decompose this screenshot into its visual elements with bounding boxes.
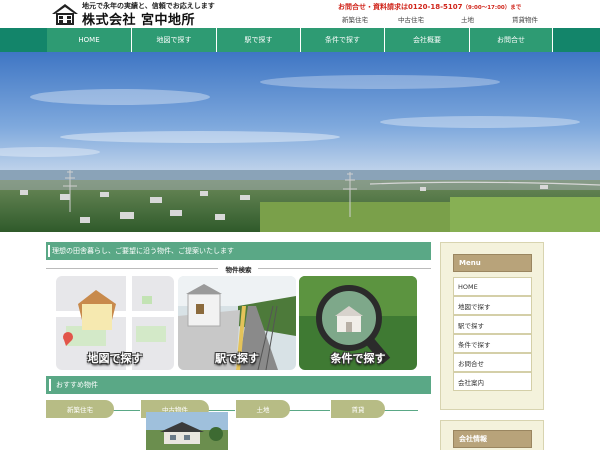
sidebar-item-home[interactable]: HOME (453, 277, 532, 296)
search-card-condition[interactable]: 条件で探す (299, 276, 417, 370)
search-card-map[interactable]: 地図で探す (56, 276, 174, 370)
nav-home[interactable]: HOME (47, 28, 132, 52)
search-card-condition-label: 条件で探す (330, 352, 386, 365)
nav-contact[interactable]: お問合せ (470, 28, 553, 52)
intro-banner: 理想の田舎暮らし、ご要望に沿う物件、ご提案いたします (46, 242, 431, 260)
intro-text: 理想の田舎暮らし、ご要望に沿う物件、ご提案いたします (52, 247, 234, 255)
house-logo-icon[interactable] (50, 2, 80, 26)
contact-hours: （9:00～17:00）まで (462, 5, 522, 11)
main-nav: HOME 地図で探す 駅で探す 条件で探す 会社概要 お問合せ (0, 28, 600, 52)
recommend-tab-land[interactable]: 土地 (236, 400, 290, 418)
recommend-title: おすすめ物件 (56, 381, 98, 389)
top-link-used-house[interactable]: 中古住宅 (398, 14, 424, 24)
sidebar-item-condition-search[interactable]: 条件で探す (453, 334, 532, 353)
search-card-station-label: 駅で探す (215, 352, 259, 365)
nav-condition-search[interactable]: 条件で探す (301, 28, 385, 52)
search-section-title: 物件検索 (225, 266, 252, 274)
recommend-banner: おすすめ物件 (46, 376, 431, 394)
company-name[interactable]: 株式会社 宮中地所 (82, 9, 195, 28)
sidebar-item-station-search[interactable]: 駅で探す (453, 315, 532, 334)
search-card-map-label: 地図で探す (87, 352, 143, 365)
nav-map-search[interactable]: 地図で探す (132, 28, 217, 52)
nav-company[interactable]: 会社概要 (385, 28, 470, 52)
sidebar-item-map-search[interactable]: 地図で探す (453, 296, 532, 315)
nav-edge-right (553, 28, 600, 52)
site-header: 地元で永年の実績と、信頼でお応えします 株式会社 宮中地所 お問合せ・資料請求は… (0, 0, 600, 28)
recommend-tab-rental[interactable]: 賃貸 (331, 400, 385, 418)
contact-info: お問合せ・資料請求は0120-18-5107（9:00～17:00）まで (338, 2, 521, 12)
sidebar-info-title: 会社情報 (453, 430, 532, 448)
recommend-tab-new-house[interactable]: 新築住宅 (46, 400, 114, 418)
top-links: 新築住宅 中古住宅 土地 賃貸物件 (330, 14, 550, 26)
hero-image (0, 52, 600, 232)
search-card-station[interactable]: 駅で探す (178, 276, 296, 370)
contact-phone: お問合せ・資料請求は0120-18-5107 (338, 3, 463, 11)
sidebar-menu-title: Menu (453, 254, 532, 272)
top-link-land[interactable]: 土地 (461, 14, 474, 24)
top-link-new-house[interactable]: 新築住宅 (342, 14, 368, 24)
nav-station-search[interactable]: 駅で探す (217, 28, 301, 52)
sidebar-item-company[interactable]: 会社案内 (453, 372, 532, 391)
sidebar-item-contact[interactable]: お問合せ (453, 353, 532, 372)
recommend-property-photo[interactable] (146, 412, 228, 450)
top-link-rental[interactable]: 賃貸物件 (512, 14, 538, 24)
nav-edge-left (0, 28, 47, 52)
